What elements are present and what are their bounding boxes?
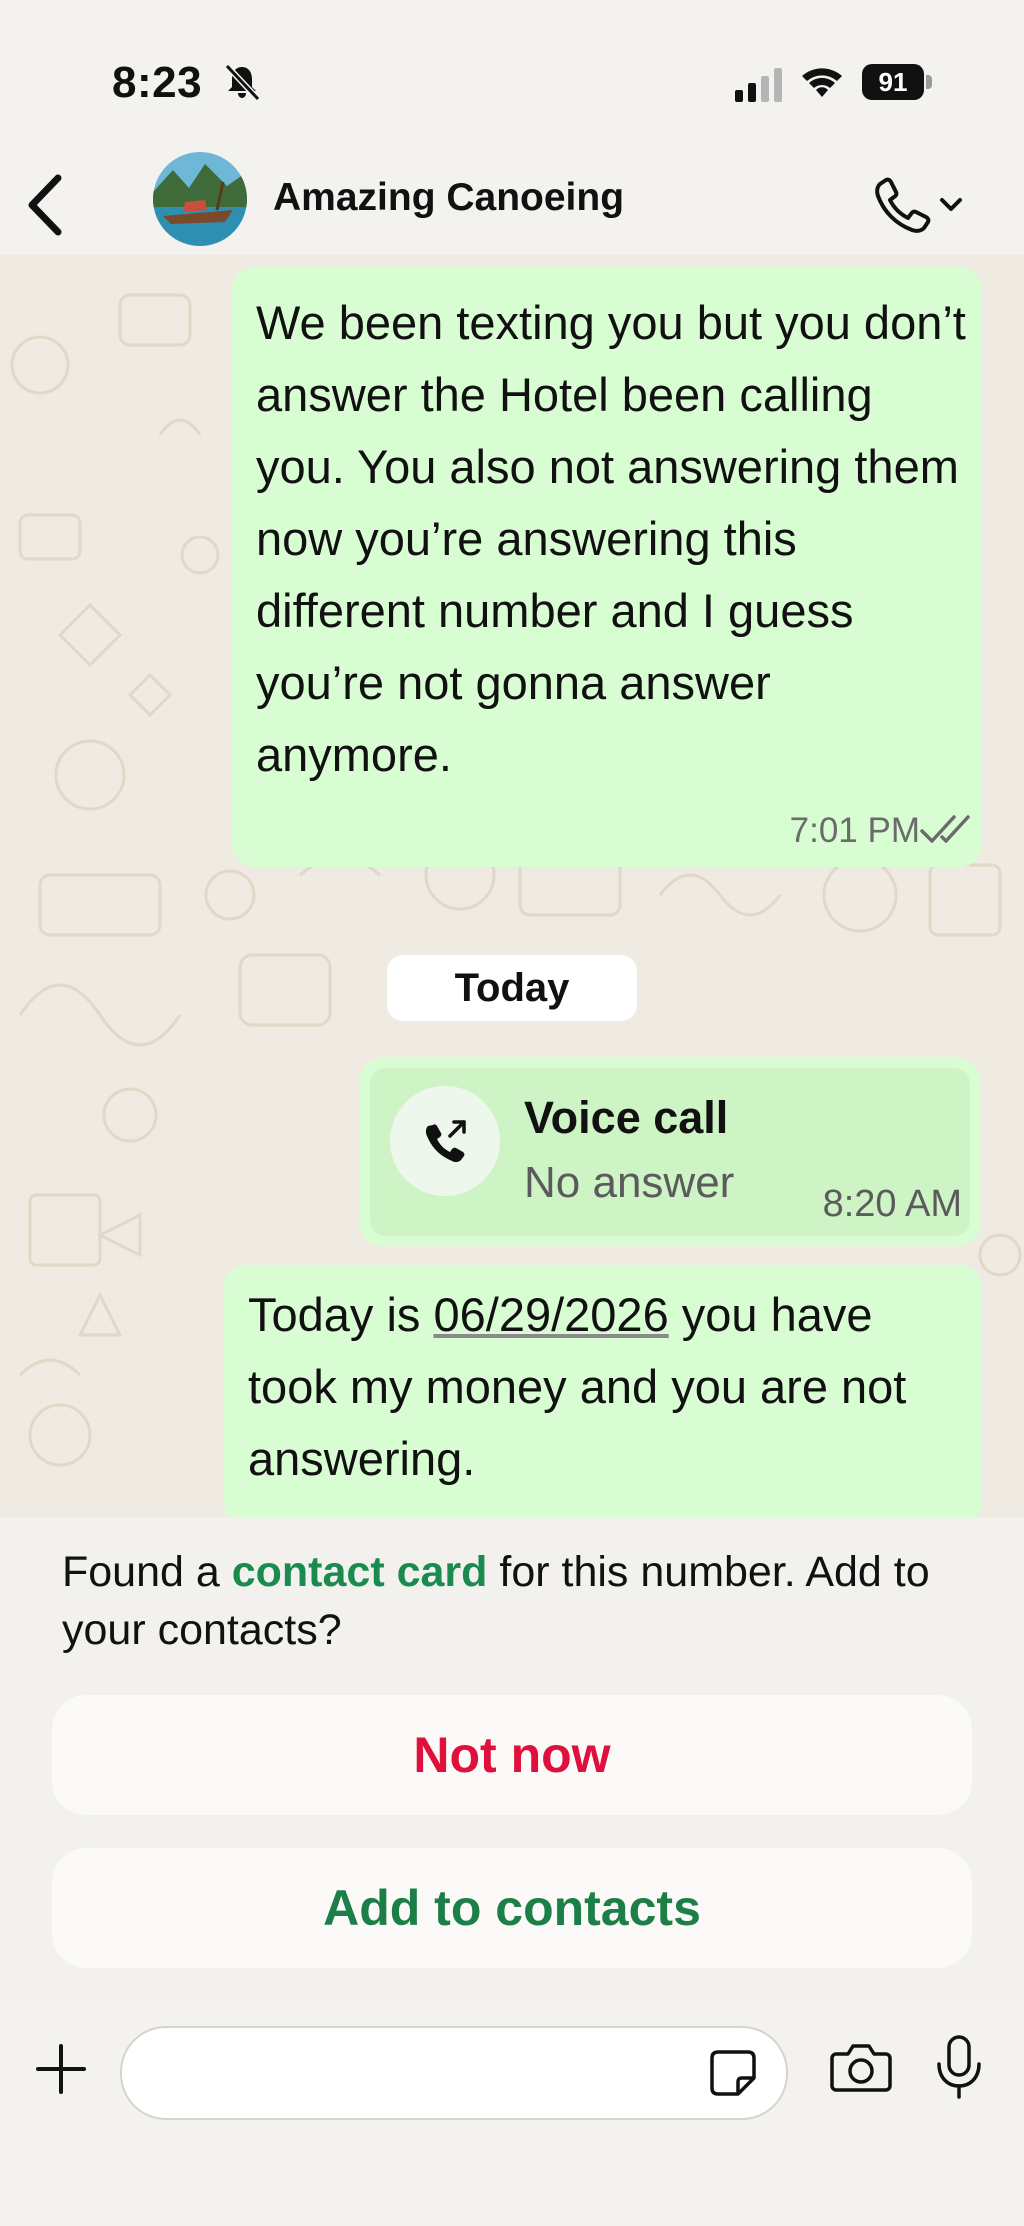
- message-list[interactable]: We been texting you but you don’t answer…: [0, 255, 1024, 1517]
- message-input[interactable]: [152, 2048, 696, 2100]
- chevron-down-icon: [940, 198, 962, 211]
- voice-call-status: No answer: [524, 1158, 735, 1207]
- chat-header: Amazing Canoeing: [0, 150, 1024, 255]
- prompt-text: Found a contact card for this number. Ad…: [62, 1543, 982, 1659]
- status-bar: 8:23 91: [0, 0, 1024, 150]
- chevron-left-icon[interactable]: [20, 170, 70, 240]
- message-bubble-outgoing[interactable]: Today is 06/29/2026 you have took my mon…: [224, 1265, 982, 1517]
- wifi-icon: [802, 68, 842, 97]
- message-time: 7:01 PM: [789, 811, 920, 850]
- plus-icon[interactable]: [34, 2042, 88, 2096]
- missed-call-icon-wrapper: [390, 1086, 500, 1196]
- contact-card-link[interactable]: contact card: [232, 1548, 488, 1596]
- status-time: 8:23: [112, 58, 203, 107]
- voice-call-bubble[interactable]: Voice call No answer 8:20 AM: [360, 1058, 980, 1246]
- cellular-signal-icon: [735, 68, 782, 102]
- voice-call-time: 8:20 AM: [822, 1183, 962, 1225]
- message-composer: [0, 2002, 1024, 2226]
- not-now-button[interactable]: Not now: [52, 1695, 972, 1815]
- date-link[interactable]: 06/29/2026: [433, 1288, 668, 1341]
- voice-call-title: Voice call: [524, 1092, 729, 1143]
- prompt-text-part: Found a: [62, 1548, 232, 1596]
- message-text-part: Today is: [248, 1288, 434, 1341]
- add-to-contacts-button[interactable]: Add to contacts: [52, 1848, 972, 1968]
- missed-call-icon: [425, 1120, 466, 1163]
- camera-icon[interactable]: [830, 2040, 892, 2094]
- microphone-icon[interactable]: [934, 2034, 984, 2100]
- message-input-container: [120, 2026, 788, 2120]
- message-text: Today is 06/29/2026 you have took my mon…: [248, 1279, 968, 1495]
- phone-icon[interactable]: [868, 170, 968, 240]
- message-text: We been texting you but you don’t answer…: [256, 296, 966, 781]
- bell-slash-icon: [224, 63, 261, 102]
- battery-indicator: 91: [862, 64, 934, 100]
- message-bubble-outgoing[interactable]: We been texting you but you don’t answer…: [232, 267, 982, 867]
- battery-level: 91: [862, 64, 924, 100]
- add-contact-prompt: Found a contact card for this number. Ad…: [0, 1517, 1024, 2002]
- double-check-icon: [920, 815, 970, 843]
- contact-name[interactable]: Amazing Canoeing: [273, 176, 624, 220]
- day-separator: Today: [387, 955, 637, 1021]
- avatar[interactable]: [153, 152, 247, 246]
- sticker-icon[interactable]: [708, 2048, 758, 2098]
